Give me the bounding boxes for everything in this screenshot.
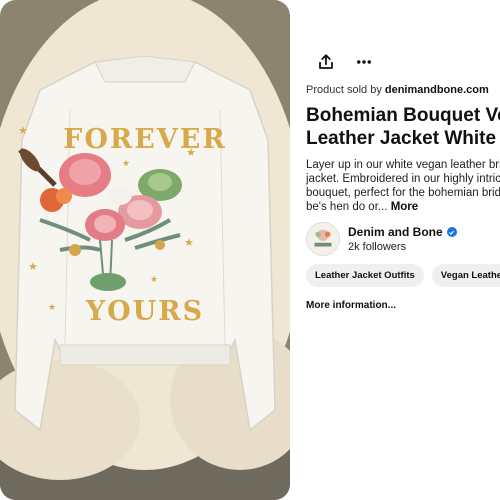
embroidery-top-text: FOREVER (63, 124, 227, 155)
more-link[interactable]: More (391, 201, 418, 213)
tag-chip[interactable]: Leather Jacket Outfits (306, 264, 424, 287)
pin-title[interactable]: Bohemian Bouquet Vegan Leather Jacket Wh… (306, 104, 500, 150)
avatar[interactable] (306, 222, 340, 256)
svg-text:★: ★ (18, 125, 28, 137)
creator-name[interactable]: Denim and Bone (348, 225, 443, 239)
seller-link[interactable]: denimandbone.com (385, 84, 489, 96)
svg-text:★: ★ (150, 274, 158, 284)
verified-badge-icon (446, 227, 457, 237)
jacket-photo: FOREVER YOURS ★ ★ ★ ★ ★ ★ ★ (0, 0, 290, 500)
creator-name-row: Denim and Bone (348, 225, 457, 239)
more-options-icon (357, 60, 371, 64)
related-tags: Leather Jacket Outfits Vegan Leather Jac… (306, 264, 500, 287)
pin-description: Layer up in our white vegan leather brid… (306, 158, 500, 214)
share-button[interactable] (314, 50, 338, 74)
svg-text:★: ★ (28, 261, 38, 273)
sold-by-prefix: Product sold by (306, 84, 385, 96)
svg-text:★: ★ (48, 302, 56, 312)
tag-chip[interactable]: Vegan Leather Jacket (431, 264, 500, 287)
sold-by-text: Product sold by denimandbone.com (306, 84, 489, 96)
follower-count: 2k followers (348, 241, 407, 253)
creator-profile[interactable]: Denim and Bone 2k followers (306, 222, 457, 256)
svg-text:★: ★ (186, 147, 196, 159)
embroidery-bottom-text: YOURS (85, 296, 204, 327)
more-information-link[interactable]: More information... (306, 300, 396, 311)
action-bar (314, 50, 376, 74)
pin-detail-panel: Product sold by denimandbone.com Bohemia… (306, 0, 500, 500)
more-options-button[interactable] (352, 50, 376, 74)
brand-logo-icon (307, 223, 339, 255)
svg-text:★: ★ (184, 237, 194, 249)
svg-text:★: ★ (122, 158, 130, 168)
pin-image[interactable]: FOREVER YOURS ★ ★ ★ ★ ★ ★ ★ (0, 0, 290, 500)
share-icon (319, 54, 333, 69)
